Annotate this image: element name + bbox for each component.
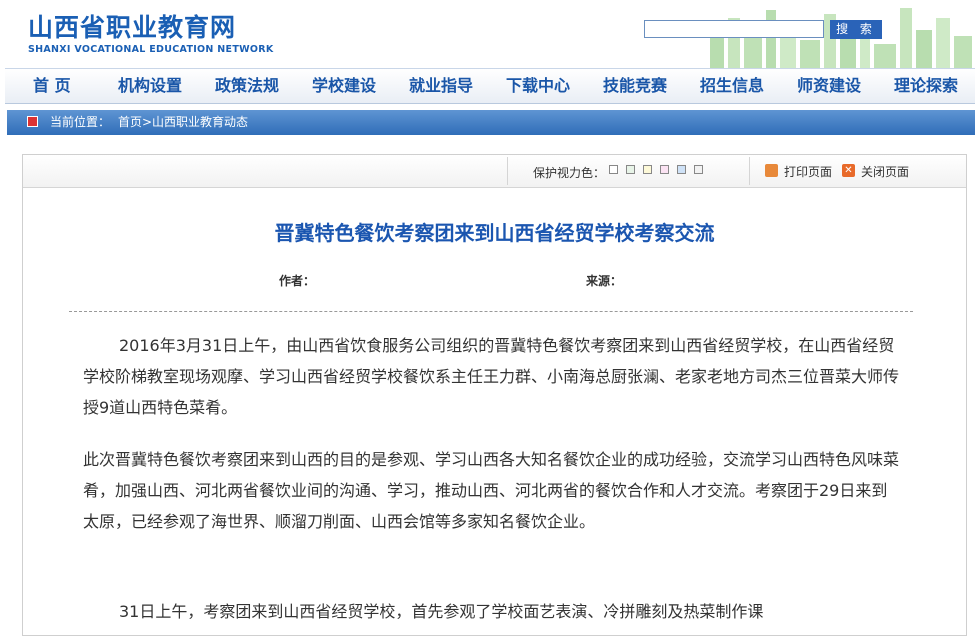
site-logo[interactable]: 山西省职业教育网 SHANXI VOCATIONAL EDUCATION NET… [28, 13, 274, 56]
nav-teachers[interactable]: 师资建设 [797, 69, 861, 103]
location-icon [27, 116, 38, 127]
color-swatch-yellow[interactable] [643, 165, 652, 174]
toolbar-divider [749, 157, 750, 185]
print-page-link[interactable]: 打印页面 [784, 163, 832, 180]
search-button[interactable]: 搜 索 [830, 20, 882, 39]
nav-organization[interactable]: 机构设置 [118, 69, 182, 103]
source-label: 来源： [586, 274, 623, 288]
nav-theory[interactable]: 理论探索 [894, 69, 958, 103]
breadcrumb-path[interactable]: 首页>山西职业教育动态 [118, 110, 248, 135]
nav-downloads[interactable]: 下载中心 [506, 69, 570, 103]
color-swatch-pink[interactable] [660, 165, 669, 174]
nav-admissions[interactable]: 招生信息 [700, 69, 764, 103]
divider [69, 311, 913, 312]
author-label: 作者： [279, 274, 316, 288]
color-swatch-white[interactable] [609, 165, 618, 174]
article-panel: 保护视力色： 打印页面 ✕ 关闭页面 晋冀特色餐饮考察团来到山西省经贸学校考察交… [22, 154, 967, 636]
nav-home[interactable]: 首 页 [33, 69, 71, 103]
nav-skills-contest[interactable]: 技能竞赛 [603, 69, 667, 103]
toolbar-divider [507, 157, 508, 185]
site-header: 山西省职业教育网 SHANXI VOCATIONAL EDUCATION NET… [0, 0, 975, 68]
print-icon[interactable] [765, 164, 778, 177]
article-toolbar: 保护视力色： 打印页面 ✕ 关闭页面 [23, 155, 966, 188]
search-input[interactable] [644, 20, 824, 38]
main-nav: 首 页 机构设置 政策法规 学校建设 就业指导 下载中心 技能竞赛 招生信息 师… [5, 68, 975, 104]
article-paragraph: 31日上午，考察团来到山西省经贸学校，首先参观了学校面艺表演、冷拼雕刻及热菜制作… [119, 602, 764, 621]
nav-employment[interactable]: 就业指导 [409, 69, 473, 103]
breadcrumb: 当前位置： 首页>山西职业教育动态 [7, 110, 975, 135]
nav-policy[interactable]: 政策法规 [215, 69, 279, 103]
color-swatch-gray[interactable] [694, 165, 703, 174]
breadcrumb-label: 当前位置： [50, 115, 111, 129]
close-page-link[interactable]: 关闭页面 [861, 163, 909, 180]
eye-protection-label: 保护视力色： [533, 166, 606, 180]
site-name-cn: 山西省职业教育网 [28, 13, 237, 42]
article-title: 晋冀特色餐饮考察团来到山西省经贸学校考察交流 [274, 221, 715, 245]
article-paragraph: 2016年3月31日上午，由山西省饮食服务公司组织的晋冀特色餐饮考察团来到山西省… [83, 336, 900, 417]
article-paragraph: 此次晋冀特色餐饮考察团来到山西的目的是参观、学习山西各大知名餐饮企业的成功经验，… [83, 450, 900, 531]
color-swatch-blue[interactable] [677, 165, 686, 174]
close-icon[interactable]: ✕ [842, 164, 855, 177]
color-swatch-green[interactable] [626, 165, 635, 174]
site-name-en: SHANXI VOCATIONAL EDUCATION NETWORK [28, 44, 274, 55]
nav-school-building[interactable]: 学校建设 [312, 69, 376, 103]
